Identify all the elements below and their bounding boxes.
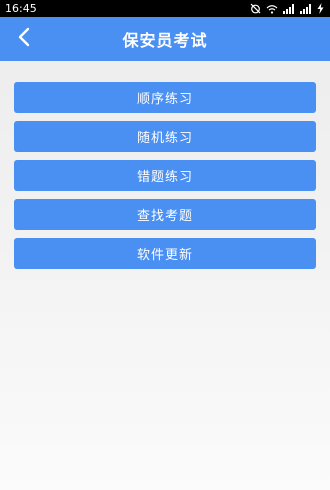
status-bar: 16:45 — [0, 0, 330, 17]
title-bar: 保安员考试 — [0, 17, 330, 61]
random-practice-button[interactable]: 随机练习 — [14, 121, 316, 152]
sequential-practice-button[interactable]: 顺序练习 — [14, 82, 316, 113]
software-update-button[interactable]: 软件更新 — [14, 238, 316, 269]
wrong-questions-practice-button[interactable]: 错题练习 — [14, 160, 316, 191]
back-button[interactable] — [9, 25, 39, 53]
wifi-icon — [266, 4, 278, 14]
alarm-off-icon — [250, 3, 261, 14]
page-title: 保安员考试 — [122, 31, 208, 50]
status-icons — [250, 3, 324, 14]
battery-charging-icon — [317, 3, 324, 14]
search-questions-button[interactable]: 查找考题 — [14, 199, 316, 230]
chevron-left-icon — [17, 27, 31, 51]
menu-list: 顺序练习 随机练习 错题练习 查找考题 软件更新 — [14, 82, 316, 277]
signal-icon — [283, 3, 295, 14]
status-time: 16:45 — [5, 2, 37, 15]
signal-icon — [300, 3, 312, 14]
